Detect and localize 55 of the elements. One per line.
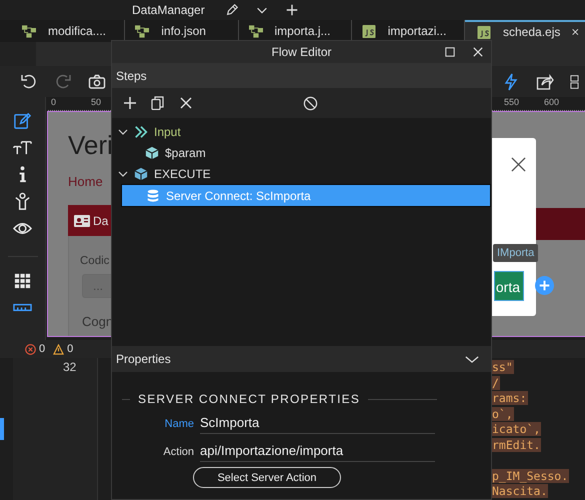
js-file-icon [362,24,376,38]
disable-icon[interactable] [303,96,318,110]
card-title: Da [93,214,108,228]
chevron-icon[interactable] [118,168,128,178]
flow-icon [135,24,150,38]
cube-icon [145,146,159,160]
maximize-icon[interactable] [445,47,455,57]
edit-tool-icon[interactable] [13,111,32,130]
pencil-icon[interactable] [224,3,239,17]
warning-icon [53,344,64,354]
field-label: Codic [80,255,110,267]
select-action-button[interactable]: Select Server Action [193,467,341,488]
section-title: Properties [116,352,171,366]
tree-item[interactable]: $param [112,142,491,163]
page-heading: Veri [68,130,113,161]
dialog-title: Flow Editor [270,45,333,59]
tree-item[interactable]: Input [112,121,491,142]
card-header [536,208,585,240]
cube-icon [134,166,148,180]
section-title: Steps [116,68,147,82]
tooltip: IMporta [493,244,538,262]
field-label: Action [162,444,194,460]
input-field[interactable]: api/Importazione/importa [200,441,435,462]
group-title: SERVER CONNECT PROPERTIES [138,392,360,406]
person-tool-icon[interactable] [13,192,32,211]
field-label: Name [164,416,194,432]
chevron-icon[interactable] [465,354,479,364]
flow-icon [248,24,262,38]
add-icon[interactable] [123,96,137,110]
app-title: DataManager [132,3,205,17]
delete-icon[interactable] [179,96,193,110]
import-button[interactable]: orta [494,271,524,301]
error-icon [25,344,36,354]
file-tab[interactable]: scheda.ejs [465,20,585,42]
id-card-icon [74,214,90,226]
database-icon [146,188,160,202]
redo-icon[interactable] [54,72,72,90]
share-icon[interactable] [536,72,554,90]
warning-count: 0 [67,343,74,355]
line-number: 32 [63,359,78,376]
undo-icon[interactable] [20,72,38,90]
error-count: 0 [39,343,46,355]
camera-icon[interactable] [88,72,106,90]
lightning-icon[interactable] [502,72,520,90]
double-chevron-icon [134,124,148,138]
text-tool-icon[interactable] [13,138,32,157]
plus-icon[interactable] [284,3,299,17]
close-icon[interactable] [511,157,526,172]
tree-item[interactable]: EXECUTE [112,163,491,184]
grid-tool-icon[interactable] [13,271,32,290]
copy-icon[interactable] [151,96,165,110]
panel-icon[interactable] [570,72,579,90]
flow-icon [22,24,36,38]
input-field[interactable]: ScImporta [200,413,435,434]
chevron-icon[interactable] [118,126,128,136]
